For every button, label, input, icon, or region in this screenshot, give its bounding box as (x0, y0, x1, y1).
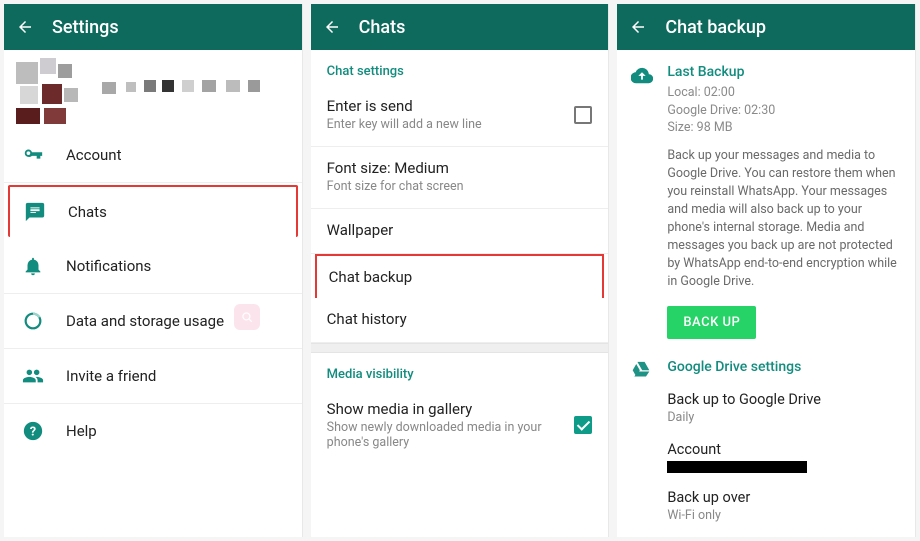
last-backup-title: Last Backup (667, 64, 901, 80)
menu-chats[interactable]: Chats (8, 185, 298, 237)
settings-header: Settings (4, 4, 302, 50)
chats-title: Chats (359, 17, 406, 38)
back-arrow-icon[interactable] (16, 18, 34, 36)
backup-to-gd-value: Daily (667, 410, 901, 425)
chat-icon (24, 201, 46, 223)
backup-button[interactable]: BACK UP (667, 306, 756, 339)
chats-header: Chats (311, 4, 609, 50)
backup-body: Last Backup Local: 02:00 Google Drive: 0… (617, 50, 915, 537)
backup-gdrive: Google Drive: 02:30 (667, 102, 901, 120)
settings-title: Settings (52, 17, 119, 38)
menu-help-label: Help (66, 422, 97, 440)
svg-text:?: ? (30, 425, 36, 440)
gd-settings-title: Google Drive settings (667, 359, 901, 375)
backup-local: Local: 02:00 (667, 84, 901, 102)
key-icon (22, 144, 44, 166)
profile-area[interactable] (4, 50, 302, 128)
people-icon (22, 365, 44, 387)
google-drive-icon (631, 359, 651, 379)
gd-settings-section: Google Drive settings (617, 355, 915, 383)
setting-chat-backup[interactable]: Chat backup (315, 254, 605, 298)
menu-chats-label: Chats (68, 203, 107, 221)
enter-is-send-checkbox[interactable] (574, 106, 592, 124)
menu-invite[interactable]: Invite a friend (4, 349, 302, 404)
account-label: Account (667, 441, 901, 458)
setting-enter-is-send[interactable]: Enter is send Enter key will add a new l… (311, 85, 609, 147)
menu-help[interactable]: ? Help (4, 404, 302, 458)
font-size-desc: Font size for chat screen (327, 179, 593, 194)
backup-title: Chat backup (665, 17, 766, 38)
settings-body: Account Chats Notifications Data and sto… (4, 50, 302, 537)
menu-data-usage[interactable]: Data and storage usage (4, 294, 302, 349)
setting-chat-history[interactable]: Chat history (311, 298, 609, 343)
show-media-label: Show media in gallery (327, 400, 565, 418)
chat-backup-label: Chat backup (329, 268, 591, 286)
backup-over-value: Wi-Fi only (667, 508, 901, 523)
enter-is-send-label: Enter is send (327, 97, 565, 115)
backup-size: Size: 98 MB (667, 119, 901, 137)
show-media-checkbox[interactable] (574, 416, 592, 434)
backup-header: Chat backup (617, 4, 915, 50)
setting-font-size[interactable]: Font size: Medium Font size for chat scr… (311, 147, 609, 209)
backup-to-gd-label: Back up to Google Drive (667, 391, 901, 408)
menu-account-label: Account (66, 146, 122, 164)
menu-invite-label: Invite a friend (66, 367, 156, 385)
section-media-visibility: Media visibility (311, 353, 609, 388)
backup-description: Back up your messages and media to Googl… (667, 147, 901, 292)
menu-data-label: Data and storage usage (66, 312, 224, 330)
help-icon: ? (22, 420, 44, 442)
setting-show-media[interactable]: Show media in gallery Show newly downloa… (311, 388, 609, 464)
back-arrow-icon[interactable] (323, 18, 341, 36)
profile-pixelated (16, 58, 276, 124)
chat-backup-panel: Chat backup Last Backup Local: 02:00 Goo… (617, 4, 916, 537)
chats-panel: Chats Chat settings Enter is send Enter … (311, 4, 610, 537)
chats-body: Chat settings Enter is send Enter key wi… (311, 50, 609, 537)
menu-notifications[interactable]: Notifications (4, 239, 302, 294)
settings-panel: Settings (4, 4, 303, 537)
setting-account[interactable]: Account (617, 433, 915, 481)
backup-over-label: Back up over (667, 489, 901, 506)
section-chat-settings: Chat settings (311, 50, 609, 85)
enter-is-send-desc: Enter key will add a new line (327, 117, 565, 132)
watermark-icon (234, 304, 260, 330)
setting-backup-over[interactable]: Back up over Wi-Fi only (617, 481, 915, 531)
setting-include-videos[interactable]: Include videos (661, 537, 905, 538)
last-backup-section: Last Backup Local: 02:00 Google Drive: 0… (617, 60, 915, 351)
section-divider (311, 343, 609, 353)
setting-backup-to-gd[interactable]: Back up to Google Drive Daily (617, 383, 915, 433)
wallpaper-label: Wallpaper (327, 221, 593, 239)
show-media-desc: Show newly downloaded media in your phon… (327, 420, 565, 450)
back-arrow-icon[interactable] (629, 18, 647, 36)
account-value-redacted (667, 461, 807, 473)
setting-wallpaper[interactable]: Wallpaper (311, 209, 609, 254)
chat-history-label: Chat history (327, 310, 593, 328)
data-usage-icon (22, 310, 44, 332)
menu-notifications-label: Notifications (66, 257, 151, 275)
bell-icon (22, 255, 44, 277)
menu-account[interactable]: Account (4, 128, 302, 183)
font-size-label: Font size: Medium (327, 159, 593, 177)
cloud-upload-icon (631, 64, 653, 86)
